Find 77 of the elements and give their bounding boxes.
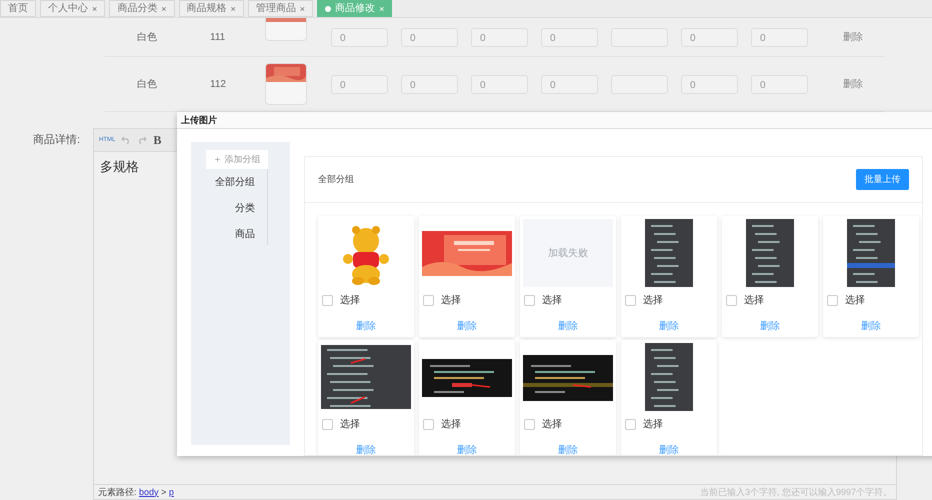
- redo-icon[interactable]: [137, 135, 148, 145]
- field-label: 商品详情:: [32, 132, 80, 148]
- panel-title: 全部分组: [318, 173, 354, 186]
- table-cell-text: 白色: [137, 78, 158, 91]
- select-label[interactable]: 选择: [542, 293, 562, 307]
- input-field[interactable]: 0: [681, 28, 738, 46]
- checkbox[interactable]: [524, 294, 535, 306]
- input-field[interactable]: 0: [751, 28, 808, 46]
- image-thumbnail[interactable]: [265, 18, 307, 41]
- undo-icon[interactable]: [121, 135, 132, 145]
- checkbox[interactable]: [422, 294, 434, 306]
- select-label[interactable]: 选择: [744, 293, 764, 307]
- input-field[interactable]: 0: [471, 28, 528, 46]
- select-label[interactable]: 选择: [642, 293, 663, 307]
- input-field[interactable]: 0: [401, 28, 458, 46]
- bold-button[interactable]: B: [153, 132, 162, 148]
- select-label[interactable]: 选择: [440, 417, 461, 431]
- delete-link[interactable]: 删除: [843, 77, 863, 91]
- image-thumbnail[interactable]: [265, 63, 307, 105]
- table-cell-text: 白色: [137, 31, 158, 44]
- checkbox[interactable]: [826, 294, 838, 306]
- input-field[interactable]: 0: [541, 74, 598, 94]
- load-failed-text: 加载失败: [522, 219, 613, 287]
- input-field[interactable]: 0: [681, 74, 738, 94]
- input-field[interactable]: 0: [751, 74, 808, 94]
- batch-upload-button[interactable]: 批量上传: [856, 169, 909, 190]
- select-label[interactable]: 选择: [340, 417, 360, 431]
- element-path: 元素路径: body > p: [98, 486, 174, 498]
- checkbox[interactable]: [624, 418, 636, 430]
- checkbox[interactable]: [726, 294, 737, 306]
- delete-link[interactable]: 删除: [356, 443, 376, 455]
- select-label[interactable]: 选择: [642, 417, 663, 431]
- close-icon[interactable]: ×: [230, 0, 236, 16]
- delete-link[interactable]: 删除: [658, 319, 679, 333]
- select-label[interactable]: 选择: [844, 293, 865, 307]
- delete-link[interactable]: 删除: [860, 319, 881, 333]
- tab[interactable]: 首页: [0, 0, 36, 17]
- close-icon[interactable]: ×: [300, 0, 306, 16]
- tab[interactable]: 商品规格 ×: [178, 0, 244, 17]
- close-icon[interactable]: ×: [92, 0, 98, 16]
- delete-link[interactable]: 删除: [456, 443, 477, 455]
- input-field[interactable]: 0: [331, 28, 388, 46]
- checkbox[interactable]: [624, 294, 636, 306]
- group-item[interactable]: 全部分组: [214, 175, 255, 189]
- input-field[interactable]: 0: [401, 74, 458, 94]
- tab[interactable]: 个人中心 ×: [40, 0, 106, 17]
- input-field[interactable]: 0: [541, 28, 598, 46]
- delete-link[interactable]: 删除: [658, 443, 679, 455]
- add-group-button[interactable]: ＋ 添加分组: [206, 150, 268, 169]
- group-item[interactable]: 商品: [234, 227, 255, 241]
- tab[interactable]: 商品修改 ×: [317, 0, 392, 17]
- checkbox[interactable]: [322, 418, 333, 430]
- checkbox[interactable]: [322, 294, 333, 306]
- input-field[interactable]: 0: [331, 74, 388, 94]
- delete-link[interactable]: 删除: [843, 30, 863, 44]
- close-icon[interactable]: ×: [161, 0, 167, 16]
- dialog-title: 上传图片: [177, 112, 932, 129]
- delete-link[interactable]: 删除: [456, 319, 477, 333]
- table-cell-text: 111: [210, 32, 226, 42]
- delete-link[interactable]: 删除: [558, 319, 578, 333]
- select-label[interactable]: 选择: [542, 417, 562, 431]
- tab[interactable]: 管理商品 ×: [248, 0, 314, 17]
- delete-link[interactable]: 删除: [356, 319, 376, 333]
- close-icon[interactable]: ×: [379, 0, 384, 16]
- delete-link[interactable]: 删除: [558, 443, 578, 455]
- tab[interactable]: 商品分类 ×: [109, 0, 175, 17]
- path-link[interactable]: p: [168, 486, 174, 496]
- checkbox[interactable]: [524, 418, 535, 430]
- select-label[interactable]: 选择: [340, 293, 360, 307]
- path-link[interactable]: body: [139, 486, 159, 496]
- select-label[interactable]: 选择: [440, 293, 461, 307]
- input-field[interactable]: 0: [471, 74, 528, 94]
- delete-link[interactable]: 删除: [760, 319, 780, 333]
- group-item[interactable]: 分类: [234, 201, 255, 215]
- table-cell-text: 112: [210, 78, 227, 90]
- editor-text: 多规格: [100, 159, 139, 174]
- checkbox[interactable]: [422, 418, 434, 430]
